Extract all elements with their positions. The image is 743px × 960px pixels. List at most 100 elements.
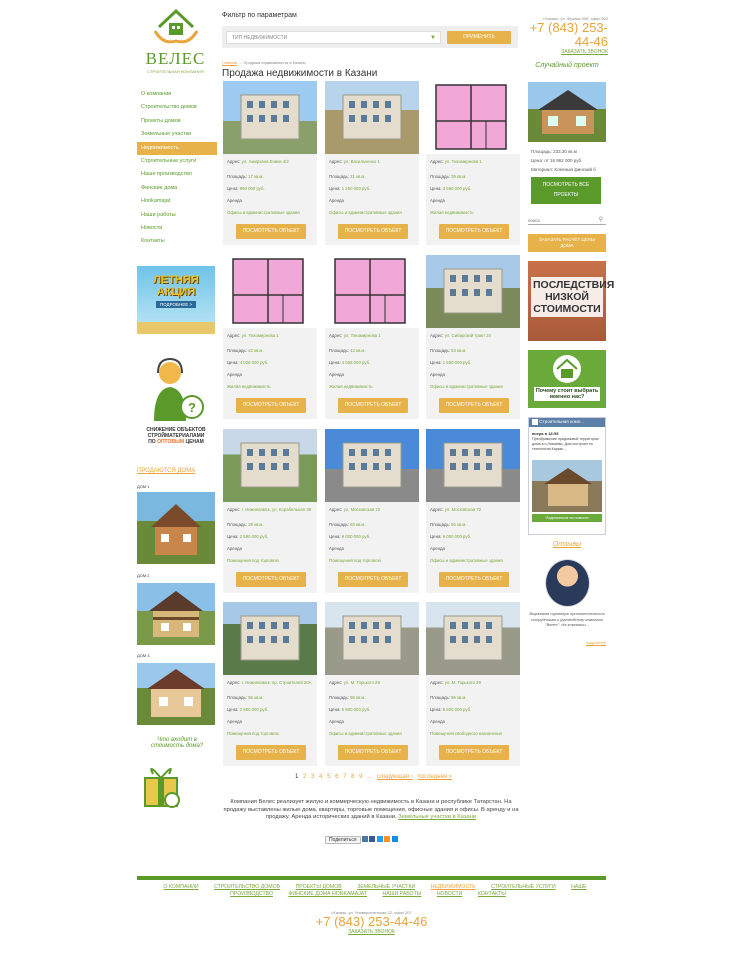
page-9[interactable]: 9 bbox=[359, 774, 362, 780]
footer-link-finnish[interactable]: Финские дома Honkamajat bbox=[288, 891, 367, 897]
share-button[interactable]: Поделиться bbox=[325, 836, 361, 845]
view-property-button[interactable]: ПОСМОТРЕТЬ ОБЪЕКТ bbox=[236, 572, 306, 587]
page-3[interactable]: 3 bbox=[311, 774, 314, 780]
nav-item-projects[interactable]: Проекты домов bbox=[137, 115, 217, 128]
view-property-button[interactable]: ПОСМОТРЕТЬ ОБЪЕКТ bbox=[338, 745, 408, 760]
property-photo[interactable] bbox=[325, 429, 419, 502]
page-4[interactable]: 4 bbox=[319, 774, 322, 780]
footer-link-land[interactable]: Земельные участки bbox=[357, 884, 415, 890]
footer-link-about[interactable]: О компании bbox=[163, 884, 198, 890]
view-property-button[interactable]: ПОСМОТРЕТЬ ОБЪЕКТ bbox=[236, 745, 306, 760]
callback-link[interactable]: ЗАКАЗАТЬ ЗВОНОК bbox=[528, 49, 608, 55]
nav-item-land[interactable]: Земельные участки bbox=[137, 128, 217, 141]
property-photo[interactable] bbox=[325, 81, 419, 154]
property-address: Адрес: ул. Тихомирнова 1 bbox=[329, 333, 381, 338]
view-property-button[interactable]: ПОСМОТРЕТЬ ОБЪЕКТ bbox=[236, 398, 306, 413]
search-icon[interactable]: ⚲ bbox=[599, 216, 603, 223]
property-price: Цена: 9 000 000 руб. bbox=[329, 534, 371, 539]
floor-plan-image[interactable] bbox=[223, 255, 317, 328]
see-all-projects-button[interactable]: ПОСМОТРЕТЬ ВСЕ ПРОЕКТЫ bbox=[531, 177, 601, 204]
nav-item-contacts[interactable]: Контакты bbox=[137, 235, 217, 248]
property-photo[interactable] bbox=[426, 429, 520, 502]
nav-item-realty[interactable]: Недвижимость bbox=[137, 141, 217, 155]
land-plots-link[interactable]: Земельные участки в Казани bbox=[398, 814, 476, 820]
nav-item-production[interactable]: Наше производство bbox=[137, 168, 217, 181]
footer-callback-link[interactable]: ЗАКАЗАТЬ ЗВОНОК bbox=[300, 929, 443, 935]
breadcrumb-home[interactable]: Главная bbox=[222, 60, 237, 65]
svg-text:?: ? bbox=[188, 400, 196, 415]
summer-promo-banner[interactable]: ЛЕТНЯЯ АКЦИЯ ПОДРОБНЕЕ > bbox=[137, 266, 215, 334]
search-input[interactable] bbox=[528, 216, 588, 224]
house-1-photo[interactable] bbox=[137, 492, 215, 564]
apply-filter-button[interactable]: ПРИМЕНИТЬ bbox=[447, 31, 511, 44]
page-8[interactable]: 8 bbox=[351, 774, 354, 780]
page-7[interactable]: 7 bbox=[343, 774, 346, 780]
property-type-select[interactable]: ТИП НЕДВИЖИМОСТИ ▼ bbox=[226, 31, 441, 44]
vk-subscribe[interactable]: Подписаться на новости bbox=[532, 514, 602, 522]
nav-item-construction[interactable]: Строительство домов bbox=[137, 101, 217, 114]
property-price: Цена: 3 590 000 руб. bbox=[430, 186, 472, 191]
nav-item-about[interactable]: О компании bbox=[137, 88, 217, 101]
footer-link-projects[interactable]: Проекты домов bbox=[296, 884, 342, 890]
view-property-button[interactable]: ПОСМОТРЕТЬ ОБЪЕКТ bbox=[439, 572, 509, 587]
property-area: Площадь: 96 кв.м. bbox=[430, 695, 467, 700]
footer-link-contacts[interactable]: Контакты bbox=[478, 891, 506, 897]
social-icons[interactable] bbox=[362, 836, 398, 844]
review-more-link[interactable]: подробнее bbox=[528, 640, 606, 645]
house-check-icon bbox=[553, 355, 581, 383]
nav-item-honkamajat[interactable]: Honkamajat bbox=[137, 195, 217, 208]
page-5[interactable]: 5 bbox=[327, 774, 330, 780]
vk-header[interactable]: Строительная комп... bbox=[529, 418, 605, 427]
page-1[interactable]: 1 bbox=[295, 774, 298, 780]
nav-item-finnish[interactable]: Финские дома bbox=[137, 182, 217, 195]
house-price-question[interactable]: Что входит в стоимость дома? bbox=[143, 737, 211, 749]
vk-post-photo[interactable] bbox=[532, 460, 602, 512]
low-cost-banner[interactable]: ПОСЛЕДСТВИЯ НИЗКОЙ СТОИМОСТИ bbox=[528, 261, 614, 341]
footer-link-services[interactable]: Строительные услуги bbox=[491, 884, 556, 890]
wholesale-line-5: ЦЕНАМ bbox=[185, 439, 204, 445]
page-2[interactable]: 2 bbox=[303, 774, 306, 780]
header-phone: +7 (843) 253-44-46 bbox=[529, 20, 608, 49]
share-widget[interactable]: Поделиться bbox=[325, 836, 419, 845]
houses-for-sale-title[interactable]: ПРОДАЮТСЯ ДОМА bbox=[137, 468, 195, 474]
property-photo[interactable] bbox=[426, 255, 520, 328]
property-price: Цена: 5 800 000 руб. bbox=[430, 707, 472, 712]
footer-link-realty[interactable]: Недвижимость bbox=[431, 884, 476, 890]
property-photo[interactable] bbox=[223, 429, 317, 502]
nav-item-services[interactable]: Строительные услуги bbox=[137, 155, 217, 168]
order-calc-button[interactable]: ЗАКАЗАТЬ РАСЧЁТ ЦЕНЫ ДОМА bbox=[528, 234, 606, 252]
house-hands-icon bbox=[153, 8, 198, 44]
nav-item-works[interactable]: Наши работы bbox=[137, 209, 217, 222]
property-price: Цена: 990 000 руб. bbox=[227, 186, 265, 191]
wholesale-banner[interactable]: ? СНИЖЕНИЕ ОБЪЕКТОВ СТРОЙМАТЕРИАЛАМИ ПО … bbox=[137, 355, 215, 455]
floor-plan-image[interactable] bbox=[426, 81, 520, 154]
view-property-button[interactable]: ПОСМОТРЕТЬ ОБЪЕКТ bbox=[439, 224, 509, 239]
footer-link-news[interactable]: Новости bbox=[437, 891, 463, 897]
floor-plan-image[interactable] bbox=[325, 255, 419, 328]
view-property-button[interactable]: ПОСМОТРЕТЬ ОБЪЕКТ bbox=[338, 572, 408, 587]
page-6[interactable]: 6 bbox=[335, 774, 338, 780]
house-3-photo[interactable] bbox=[137, 663, 215, 725]
footer-link-works[interactable]: Наши работы bbox=[383, 891, 422, 897]
view-property-button[interactable]: ПОСМОТРЕТЬ ОБЪЕКТ bbox=[338, 398, 408, 413]
property-photo[interactable] bbox=[223, 602, 317, 675]
property-photo[interactable] bbox=[325, 602, 419, 675]
property-photo[interactable] bbox=[426, 602, 520, 675]
next-page-link[interactable]: следующая › bbox=[377, 774, 413, 780]
why-us-banner[interactable]: Почему стоит выбрать именно нас? bbox=[528, 350, 606, 408]
company-logo[interactable]: ВЕЛЕС Строительная компания bbox=[143, 5, 208, 75]
gift-icon[interactable] bbox=[139, 760, 183, 812]
property-rent-label: Аренда bbox=[227, 372, 242, 377]
nav-item-news[interactable]: Новости bbox=[137, 222, 217, 235]
house-2-photo[interactable] bbox=[137, 583, 215, 645]
reviews-title[interactable]: Отзывы bbox=[528, 541, 606, 548]
property-photo[interactable] bbox=[223, 81, 317, 154]
view-property-button[interactable]: ПОСМОТРЕТЬ ОБЪЕКТ bbox=[439, 745, 509, 760]
view-property-button[interactable]: ПОСМОТРЕТЬ ОБЪЕКТ bbox=[338, 224, 408, 239]
random-project-photo[interactable] bbox=[528, 82, 606, 142]
property-area: Площадь: 21 кв.м. bbox=[329, 174, 366, 179]
view-property-button[interactable]: ПОСМОТРЕТЬ ОБЪЕКТ bbox=[439, 398, 509, 413]
last-page-link[interactable]: последняя » bbox=[417, 774, 452, 780]
footer-link-construction[interactable]: Строительство домов bbox=[214, 884, 280, 890]
view-property-button[interactable]: ПОСМОТРЕТЬ ОБЪЕКТ bbox=[236, 224, 306, 239]
